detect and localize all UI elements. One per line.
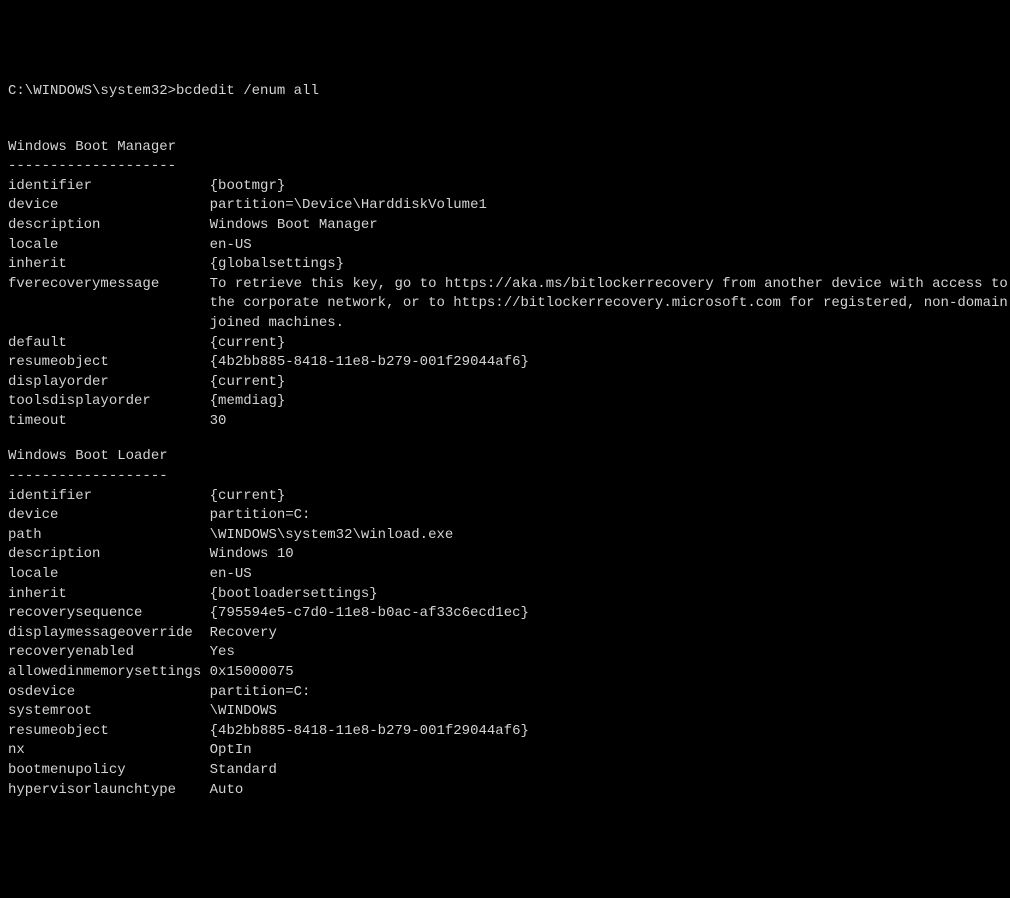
entry-line: recoveryenabled Yes	[8, 643, 1010, 663]
entry-line: systemroot \WINDOWS	[8, 702, 1010, 722]
entry-key: systemroot	[8, 702, 210, 722]
entry-line: default {current}	[8, 334, 1010, 354]
entry-line: recoverysequence {795594e5-c7d0-11e8-b0a…	[8, 604, 1010, 624]
entry-key: bootmenupolicy	[8, 761, 210, 781]
command-prompt-line: C:\WINDOWS\system32>bcdedit /enum all	[8, 82, 1010, 102]
entry-line: hypervisorlaunchtype Auto	[8, 781, 1010, 801]
entry-key: inherit	[8, 255, 210, 275]
entry-line: inherit {globalsettings}	[8, 255, 1010, 275]
entry-value: {795594e5-c7d0-11e8-b0ac-af33c6ecd1ec}	[210, 604, 529, 624]
entry-line: timeout 30	[8, 412, 1010, 432]
entry-value: {4b2bb885-8418-11e8-b279-001f29044af6}	[210, 722, 529, 742]
entry-key: locale	[8, 565, 210, 585]
entry-line: displaymessageoverride Recovery	[8, 624, 1010, 644]
entry-key: nx	[8, 741, 210, 761]
entry-key: hypervisorlaunchtype	[8, 781, 210, 801]
entry-key: recoveryenabled	[8, 643, 210, 663]
entry-value: {bootmgr}	[210, 177, 286, 197]
entry-key: path	[8, 526, 210, 546]
entry-value: Standard	[210, 761, 277, 781]
entry-value: Yes	[210, 643, 235, 663]
entry-line: locale en-US	[8, 565, 1010, 585]
entry-value: \WINDOWS	[210, 702, 277, 722]
entry-value: 0x15000075	[210, 663, 294, 683]
entry-value: {bootloadersettings}	[210, 585, 378, 605]
terminal-output: Windows Boot Manager--------------------…	[8, 138, 1010, 801]
entry-key: description	[8, 216, 210, 236]
entry-line: description Windows Boot Manager	[8, 216, 1010, 236]
entry-value: Recovery	[210, 624, 277, 644]
entry-line: toolsdisplayorder {memdiag}	[8, 392, 1010, 412]
entry-line: path \WINDOWS\system32\winload.exe	[8, 526, 1010, 546]
entry-value: Auto	[210, 781, 244, 801]
entry-key: fverecoverymessage	[8, 275, 210, 334]
entry-value: partition=C:	[210, 506, 311, 526]
entry-line: identifier {current}	[8, 487, 1010, 507]
entry-key: device	[8, 196, 210, 216]
section-header: Windows Boot Manager	[8, 138, 1010, 158]
entry-key: displayorder	[8, 373, 210, 393]
entry-key: displaymessageoverride	[8, 624, 210, 644]
entry-value: Windows 10	[210, 545, 294, 565]
entry-line: resumeobject {4b2bb885-8418-11e8-b279-00…	[8, 353, 1010, 373]
section-divider: --------------------	[8, 157, 1010, 177]
entry-key: timeout	[8, 412, 210, 432]
entry-key: allowedinmemorysettings	[8, 663, 210, 683]
entry-key: locale	[8, 236, 210, 256]
entry-value: partition=\Device\HarddiskVolume1	[210, 196, 487, 216]
entry-value: \WINDOWS\system32\winload.exe	[210, 526, 454, 546]
entry-value: {globalsettings}	[210, 255, 344, 275]
entry-key: identifier	[8, 177, 210, 197]
entry-key: identifier	[8, 487, 210, 507]
entry-value: {current}	[210, 373, 286, 393]
entry-key: resumeobject	[8, 722, 210, 742]
section-divider: -------------------	[8, 467, 1010, 487]
entry-key: default	[8, 334, 210, 354]
entry-value: To retrieve this key, go to https://aka.…	[210, 275, 1010, 334]
entry-line: allowedinmemorysettings 0x15000075	[8, 663, 1010, 683]
entry-key: inherit	[8, 585, 210, 605]
entry-line: inherit {bootloadersettings}	[8, 585, 1010, 605]
entry-value: 30	[210, 412, 227, 432]
entry-key: resumeobject	[8, 353, 210, 373]
entry-line: fverecoverymessage To retrieve this key,…	[8, 275, 1010, 334]
entry-value: {current}	[210, 334, 286, 354]
entry-line: resumeobject {4b2bb885-8418-11e8-b279-00…	[8, 722, 1010, 742]
entry-line: bootmenupolicy Standard	[8, 761, 1010, 781]
entry-value: OptIn	[210, 741, 252, 761]
entry-line: description Windows 10	[8, 545, 1010, 565]
entry-line: osdevice partition=C:	[8, 683, 1010, 703]
entry-value: Windows Boot Manager	[210, 216, 378, 236]
entry-line: locale en-US	[8, 236, 1010, 256]
entry-key: recoverysequence	[8, 604, 210, 624]
entry-value: {4b2bb885-8418-11e8-b279-001f29044af6}	[210, 353, 529, 373]
entry-line: device partition=\Device\HarddiskVolume1	[8, 196, 1010, 216]
entry-value: {memdiag}	[210, 392, 286, 412]
entry-line: device partition=C:	[8, 506, 1010, 526]
entry-line: displayorder {current}	[8, 373, 1010, 393]
entry-value: {current}	[210, 487, 286, 507]
entry-line: identifier {bootmgr}	[8, 177, 1010, 197]
entry-value: partition=C:	[210, 683, 311, 703]
entry-line: nx OptIn	[8, 741, 1010, 761]
entry-key: toolsdisplayorder	[8, 392, 210, 412]
section-header: Windows Boot Loader	[8, 447, 1010, 467]
entry-value: en-US	[210, 565, 252, 585]
entry-key: osdevice	[8, 683, 210, 703]
entry-key: device	[8, 506, 210, 526]
entry-value: en-US	[210, 236, 252, 256]
entry-key: description	[8, 545, 210, 565]
